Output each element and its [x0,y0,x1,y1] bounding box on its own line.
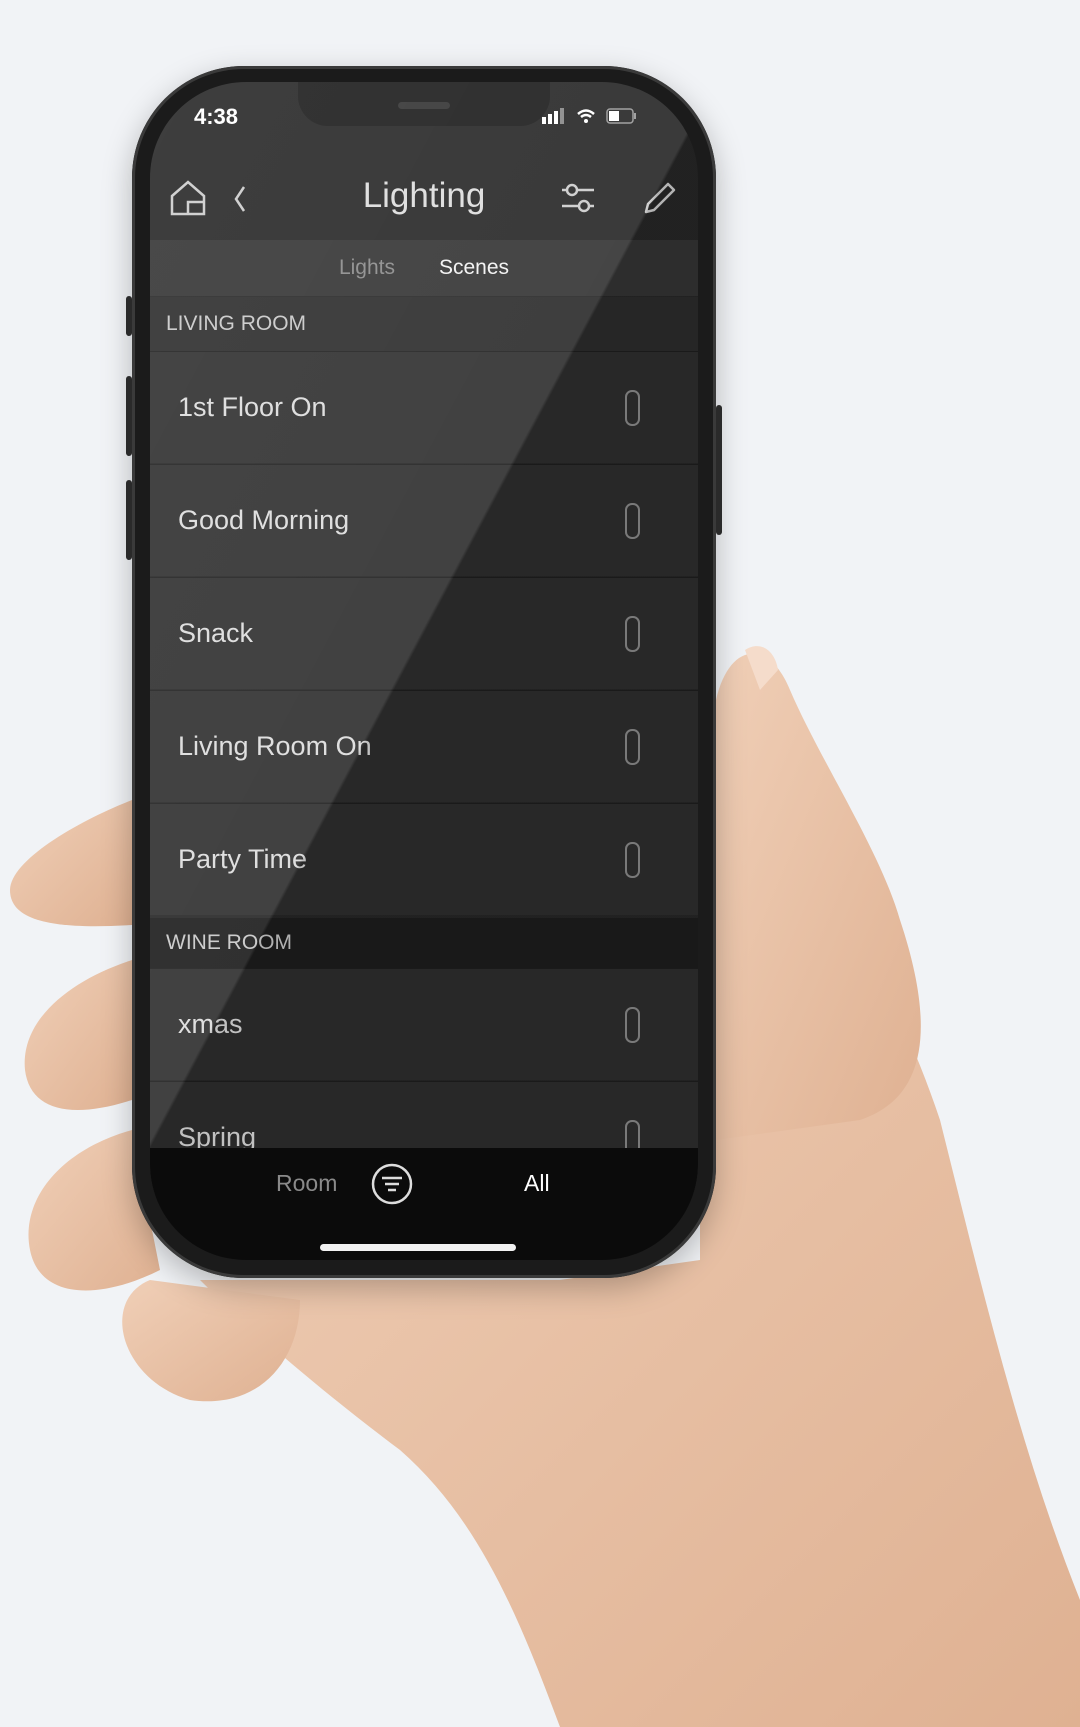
pencil-icon[interactable] [640,178,680,218]
scene-name: Party Time [178,844,308,874]
volume-up-button [126,376,132,456]
scene-name: 1st Floor On [178,392,327,422]
mute-switch [126,296,132,336]
tab-bar: Lights Scenes [150,240,698,296]
scene-toggle[interactable] [625,503,640,539]
scene-row[interactable]: Party Time [150,803,698,915]
battery-icon [606,108,636,124]
page-title: Lighting [362,176,486,215]
section-header-living-room: LIVING ROOM [150,297,698,351]
bottom-bar: Room All [150,1148,698,1260]
filter-icon[interactable] [370,1162,414,1206]
scene-row[interactable]: Snack [150,577,698,689]
scene-toggle[interactable] [625,842,640,878]
scene-row[interactable]: Good Morning [150,464,698,576]
scene-toggle[interactable] [625,1007,640,1043]
scene-name: Snack [178,618,254,648]
speaker [398,102,450,109]
app-header: Lighting [150,158,698,234]
scene-row[interactable]: Living Room On [150,690,698,802]
scene-name: xmas [178,1009,243,1039]
scene-toggle[interactable] [625,390,640,426]
tab-scenes[interactable]: Scenes [439,256,509,280]
notch [298,82,550,126]
signal-icon [542,108,564,124]
room-filter-button[interactable]: Room [276,1170,337,1197]
sliders-icon[interactable] [560,178,596,218]
scene-toggle[interactable] [625,729,640,765]
scene-name: Good Morning [178,505,350,535]
volume-down-button [126,480,132,560]
scene-row[interactable]: xmas [150,968,698,1080]
power-button [716,405,722,535]
all-filter-button[interactable]: All [524,1170,550,1197]
phone-screen: 4:38 Lighting Lights Scenes LIVING ROOM … [150,82,698,1260]
section-header-wine-room: WINE ROOM [150,918,698,968]
status-time: 4:38 [194,104,239,129]
wifi-icon [577,109,595,123]
scene-toggle[interactable] [625,616,640,652]
scene-row[interactable]: 1st Floor On [150,351,698,463]
scene-name: Living Room On [178,731,372,761]
tab-lights[interactable]: Lights [339,256,395,280]
home-indicator[interactable] [320,1244,516,1251]
